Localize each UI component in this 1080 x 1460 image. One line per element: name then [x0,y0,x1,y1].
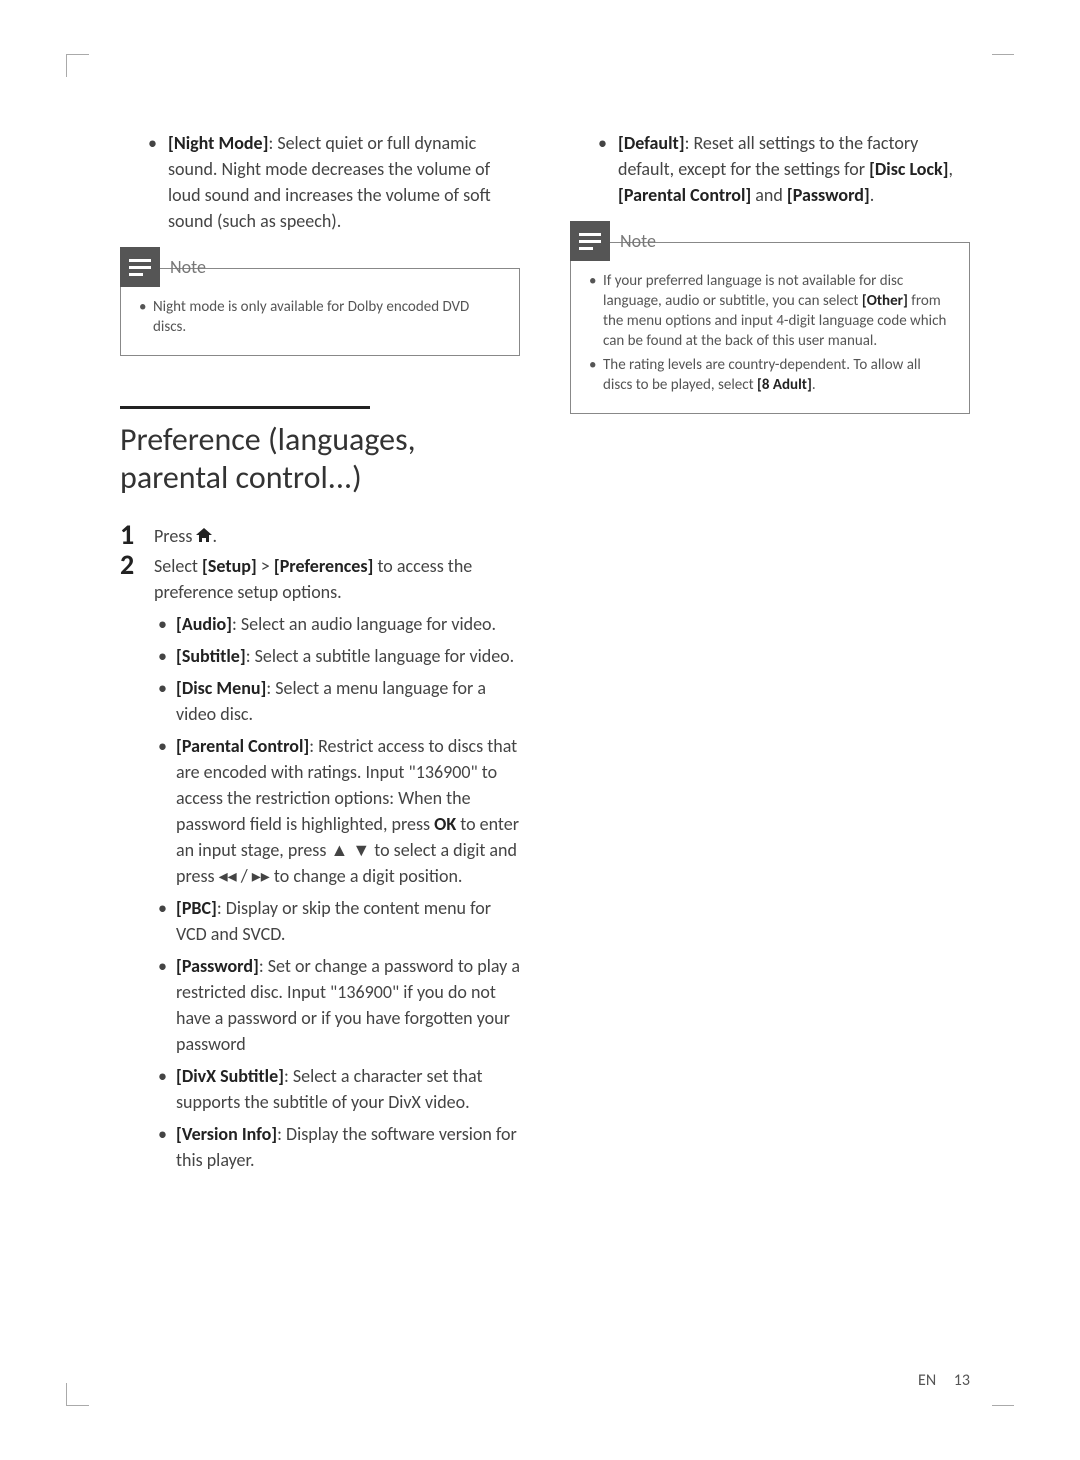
text: Select [154,555,202,577]
label: [Password] [787,184,870,206]
bullet-default: [Default]: Reset all settings to the fac… [618,130,970,208]
note-item: The rating levels are country-dependent.… [603,355,951,395]
label: [Parental Control] [176,735,309,757]
label: [DivX Subtitle] [176,1065,284,1087]
text: : Display or skip the content menu for V… [176,897,491,945]
right-column: [Default]: Reset all settings to the fac… [570,130,970,1181]
manual-page: [Night Mode]: Select quiet or full dynam… [0,0,1080,1241]
step-number: 2 [120,551,154,1179]
label: [Night Mode] [168,132,268,154]
label: [Default] [618,132,685,154]
up-down-icon: ▲ ▼ [330,839,370,861]
step-number: 1 [120,521,154,549]
note-icon [570,221,610,261]
pref-pbc: [PBC]: Display or skip the content menu … [176,895,520,947]
crop-mark [992,1383,1014,1406]
rew-ff-icon: ◂◂ / ▸▸ [219,865,270,887]
step-1: 1 Press . [120,521,520,549]
ok-label: OK [434,813,456,835]
label: [Parental Control] [618,184,751,206]
text: to change a digit position. [270,865,463,887]
left-column: [Night Mode]: Select quiet or full dynam… [120,130,520,1181]
pref-subtitle: [Subtitle]: Select a subtitle language f… [176,643,520,669]
note-icon [120,247,160,287]
label: [Version Info] [176,1123,277,1145]
label: [Preferences] [274,555,374,577]
note-box: Note Night mode is only available for Do… [120,268,520,356]
bullet-night-mode: [Night Mode]: Select quiet or full dynam… [168,130,520,234]
pref-disc-menu: [Disc Menu]: Select a menu language for … [176,675,520,727]
pref-password: [Password]: Set or change a password to … [176,953,520,1057]
crop-mark [66,54,89,77]
label: [Other] [862,292,908,310]
section-heading: Preference (languages, parental control.… [120,421,520,497]
pref-divx: [DivX Subtitle]: Select a character set … [176,1063,520,1115]
label: [PBC] [176,897,217,919]
text: . [212,525,217,547]
note-label: Note [620,230,656,252]
step-2: 2 Select [Setup] > [Preferences] to acce… [120,551,520,1179]
pref-audio: [Audio]: Select an audio language for vi… [176,611,520,637]
note-box: Note If your preferred language is not a… [570,242,970,414]
note-item: If your preferred language is not availa… [603,271,951,351]
lang-code: EN [918,1371,936,1390]
label: [Password] [176,955,259,977]
crop-mark [66,1383,89,1406]
label: [Setup] [202,555,257,577]
note-item: Night mode is only available for Dolby e… [153,297,501,337]
text: Press [154,525,196,547]
note-label: Note [170,256,206,278]
pref-version: [Version Info]: Display the software ver… [176,1121,520,1173]
text: . [812,376,816,394]
text: If your preferred language is not availa… [603,272,903,310]
section-rule [120,406,370,409]
page-footer: EN 13 [918,1371,970,1390]
label: [Subtitle] [176,645,246,667]
text: > [257,555,274,577]
page-number: 13 [954,1371,970,1390]
crop-mark [992,54,1014,77]
pref-parental: [Parental Control]: Restrict access to d… [176,733,520,889]
label: [Disc Lock] [869,158,948,180]
text: : Select an audio language for video. [232,613,496,635]
text: and [751,184,787,206]
label: [Disc Menu] [176,677,266,699]
label: [Audio] [176,613,232,635]
home-icon [196,523,212,549]
text: : Select a subtitle language for video. [246,645,514,667]
text: , [949,158,954,180]
text: . [870,184,875,206]
label: [8 Adult] [757,376,812,394]
